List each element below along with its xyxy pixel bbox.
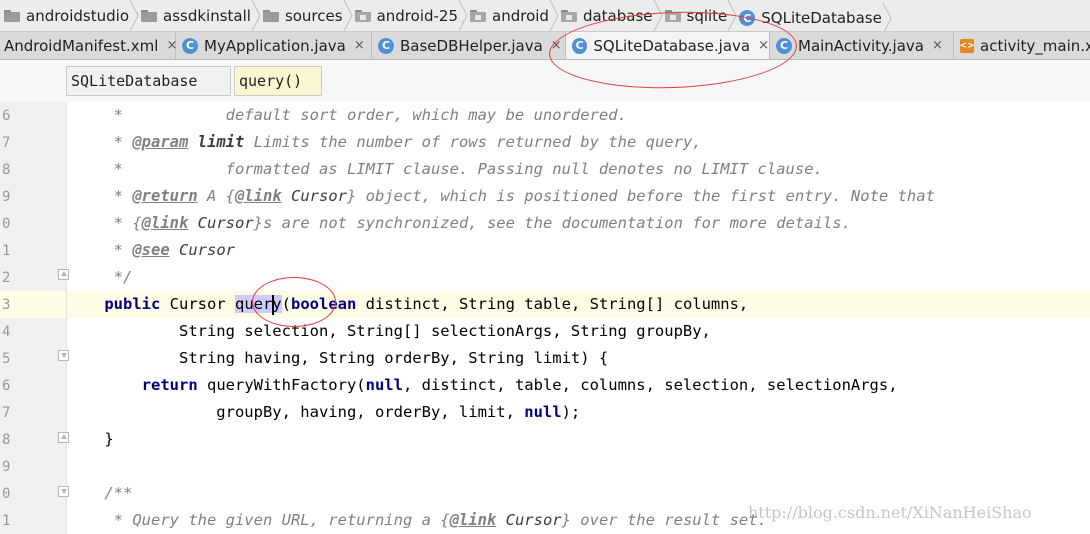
breadcrumb-label: android: [492, 6, 549, 25]
code-line: * @return A {@link Cursor} object, which…: [67, 187, 935, 205]
code-line: * @param limit Limits the number of rows…: [67, 133, 702, 151]
highlighted-identifier: query: [234, 295, 282, 313]
class-icon: C: [378, 37, 394, 54]
tab-basedbhelper[interactable]: C BaseDBHelper.java ×: [372, 32, 566, 59]
breadcrumb-item-assdkinstall[interactable]: assdkinstall: [137, 0, 261, 31]
structure-breadcrumb: SQLiteDatabase query(): [0, 60, 1090, 102]
class-icon: C: [776, 37, 792, 54]
line-number: 8: [2, 162, 11, 178]
line-number: 7: [2, 135, 11, 151]
breadcrumb-label: sqlite: [686, 6, 728, 25]
folder-icon: [4, 9, 20, 22]
folder-icon: [262, 9, 279, 22]
code-line: String having, String orderBy, String li…: [67, 349, 609, 367]
code-line: return queryWithFactory(null, distinct, …: [141, 376, 898, 394]
breadcrumb-label: database: [582, 6, 653, 25]
line-number: 8: [2, 432, 11, 448]
package-icon: [470, 9, 487, 22]
breadcrumb-label: androidstudio: [26, 6, 129, 25]
line-number: 5: [2, 351, 11, 367]
tab-label: activity_main.x: [980, 36, 1090, 55]
line-number: 9: [2, 189, 11, 205]
folder-icon: [141, 9, 157, 22]
breadcrumb-label: SQLiteDatabase: [761, 9, 882, 27]
editor-tab-bar: AndroidManifest.xml × C MyApplication.ja…: [0, 32, 1090, 60]
tab-androidmanifest[interactable]: AndroidManifest.xml ×: [0, 32, 177, 59]
code-line: * formatted as LIMIT clause. Passing nul…: [67, 160, 823, 178]
code-line: * @see Cursor: [67, 241, 235, 259]
watermark-text: http://blog.csdn.net/XiNanHeiShao: [748, 503, 1032, 522]
class-icon: C: [572, 37, 588, 54]
line-number: 9: [2, 459, 11, 475]
line-number: 1: [2, 513, 11, 529]
navigation-breadcrumb: androidstudio assdkinstall sources andro…: [0, 0, 1090, 32]
close-icon[interactable]: ×: [932, 38, 943, 53]
package-icon: [354, 9, 371, 22]
breadcrumb-item-sources[interactable]: sources: [259, 0, 353, 31]
breadcrumb-label: android-25: [376, 6, 459, 25]
tab-mainactivity[interactable]: C MainActivity.java ×: [770, 32, 954, 59]
breadcrumb-item-androidstudio[interactable]: androidstudio: [0, 0, 139, 31]
breadcrumb-label: assdkinstall: [163, 6, 251, 25]
line-number: 1: [2, 243, 11, 259]
package-icon: [664, 9, 681, 22]
class-icon: C: [182, 37, 198, 54]
line-number: 0: [2, 216, 11, 232]
tab-label: MainActivity.java: [798, 36, 924, 55]
close-icon[interactable]: ×: [354, 38, 365, 53]
code-line: groupBy, having, orderBy, limit, null);: [67, 403, 581, 421]
line-number: 3: [2, 297, 11, 313]
tab-label: BaseDBHelper.java: [400, 36, 543, 55]
line-number: 4: [2, 324, 11, 340]
code-line: * default sort order, which may be unord…: [67, 106, 627, 124]
package-icon: [560, 9, 577, 22]
code-editor[interactable]: * default sort order, which may be unord…: [67, 102, 1090, 534]
structure-class-crumb[interactable]: SQLiteDatabase: [66, 66, 231, 96]
line-number: 6: [2, 378, 11, 394]
line-number: 7: [2, 405, 11, 421]
breadcrumb-item-android[interactable]: android: [466, 0, 559, 31]
breadcrumb-item-sqlite[interactable]: sqlite: [661, 0, 737, 31]
close-icon[interactable]: ×: [551, 38, 562, 53]
tab-activity-main[interactable]: <> activity_main.x: [954, 32, 1090, 59]
class-icon: C: [739, 10, 756, 26]
code-line: */: [67, 268, 133, 286]
code-line: String selection, String[] selectionArgs…: [67, 322, 711, 340]
breadcrumb-item-database[interactable]: database: [557, 0, 663, 31]
line-number-gutter[interactable]: 6 7 8 9 0 1 2 3 4 5 6 7 8 9 0 1: [0, 102, 69, 534]
close-icon[interactable]: ×: [758, 38, 769, 53]
tab-label: MyApplication.java: [204, 36, 346, 55]
breadcrumb-item-android-25[interactable]: android-25: [351, 0, 468, 31]
structure-method-crumb[interactable]: query(): [234, 66, 322, 96]
line-number: 2: [2, 270, 11, 286]
line-number: 0: [2, 486, 11, 502]
tab-label: SQLiteDatabase.java: [593, 36, 751, 55]
breadcrumb-separator-icon: [882, 2, 892, 31]
tab-sqlitedatabase[interactable]: C SQLiteDatabase.java ×: [566, 32, 770, 59]
code-line: * {@link Cursor}s are not synchronized, …: [67, 214, 851, 232]
xml-file-icon: <>: [959, 38, 975, 53]
code-line: }: [67, 430, 114, 448]
breadcrumb-item-sqlitedatabase[interactable]: C SQLiteDatabase: [735, 2, 892, 31]
tab-label: AndroidManifest.xml: [4, 36, 159, 55]
text-caret: [272, 295, 274, 315]
code-line-current: public Cursor query(boolean distinct, St…: [67, 291, 1090, 318]
line-number: 6: [2, 108, 11, 124]
tab-myapplication[interactable]: C MyApplication.java ×: [176, 32, 372, 59]
breadcrumb-label: sources: [284, 6, 343, 25]
